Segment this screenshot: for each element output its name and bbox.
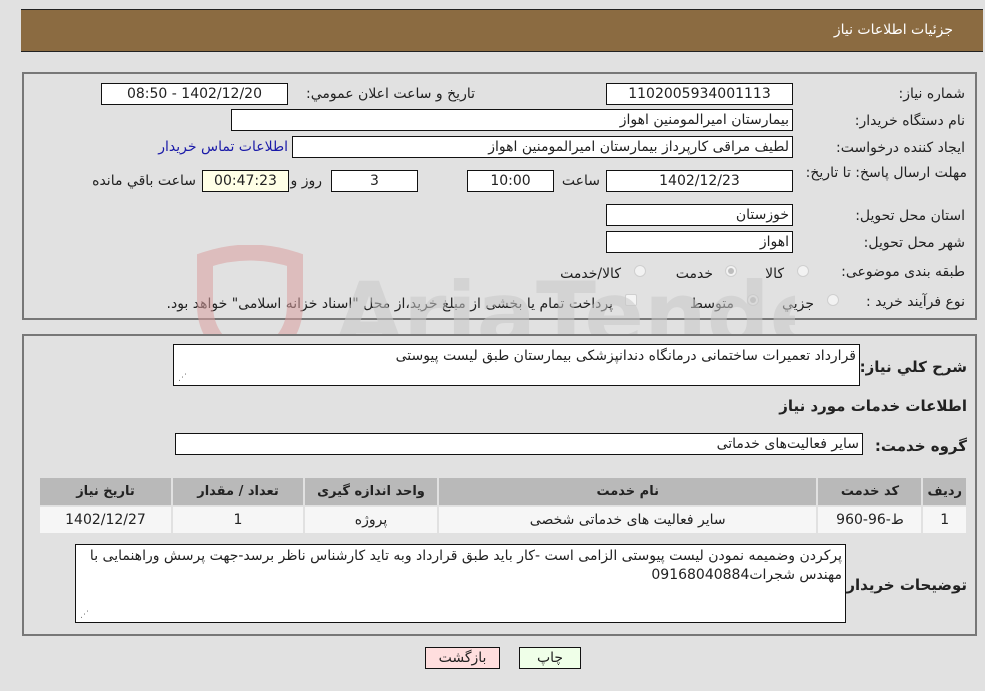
cell-row-number: 1 [923, 507, 966, 533]
province-label: استان محل تحویل: [855, 208, 965, 224]
buyer-notes-text: پرکردن وضمیمه نمودن لیست پیوستی الزامی ا… [89, 548, 842, 583]
deadline-time-field[interactable]: 10:00 [467, 170, 554, 192]
services-section-title: اطلاعات خدمات مورد نیاز [779, 397, 967, 415]
deadline-date-field[interactable]: 1402/12/23 [606, 170, 793, 192]
city-field[interactable]: اهواز [606, 231, 793, 253]
purchase-type-label: نوع فرآیند خرید : [866, 294, 965, 310]
deadline-time-label: ساعت [561, 173, 600, 189]
summary-label: شرح کلي نیاز: [859, 358, 967, 376]
days-label: روز و [290, 173, 323, 189]
purchase-type-radio-medium[interactable] [747, 294, 759, 306]
col-service-name: نام خدمت [439, 478, 817, 505]
service-group-field[interactable]: سایر فعالیت‌های خدماتی [175, 433, 863, 455]
table-row: 1 ط-96-960 سایر فعالیت های خدماتی شخصی پ… [40, 507, 966, 533]
buyer-org-field[interactable]: بیمارستان امیرالمومنین اهواز [231, 109, 793, 131]
announce-datetime-field[interactable]: 1402/12/20 - 08:50 [101, 83, 288, 105]
category-option-service: خدمت [675, 266, 713, 282]
col-quantity: تعداد / مقدار [173, 478, 303, 505]
col-need-date: تاریخ نیاز [40, 478, 171, 505]
city-label: شهر محل تحویل: [863, 235, 965, 251]
category-radio-goods[interactable] [797, 265, 809, 277]
buyer-contact-link[interactable]: اطلاعات تماس خریدار [158, 139, 288, 155]
category-option-goods-service: کالا/خدمت [560, 266, 621, 282]
buyer-notes-textarea[interactable]: پرکردن وضمیمه نمودن لیست پیوستی الزامی ا… [75, 544, 846, 623]
page-title: جزئیات اطلاعات نیاز [833, 22, 953, 38]
resize-grip-icon[interactable]: ⋰ [79, 610, 89, 620]
days-remaining-field[interactable]: 3 [331, 170, 418, 192]
cell-need-date: 1402/12/27 [40, 507, 171, 533]
announce-datetime-label: تاریخ و ساعت اعلان عمومي: [306, 86, 475, 102]
summary-textarea[interactable]: قرارداد تعمیرات ساختمانی درمانگاه دندانپ… [173, 344, 860, 386]
province-field[interactable]: خوزستان [606, 204, 793, 226]
requester-label: ایجاد کننده درخواست: [836, 140, 965, 156]
purchase-type-option-minor: جزیي [782, 296, 814, 312]
table-header-row: ردیف کد خدمت نام خدمت واحد اندازه گیری ت… [40, 478, 966, 505]
purchase-type-radio-minor[interactable] [827, 294, 839, 306]
services-table: ردیف کد خدمت نام خدمت واحد اندازه گیری ت… [38, 476, 968, 535]
category-label: طبقه بندی موضوعی: [841, 264, 965, 280]
col-unit: واحد اندازه گیری [305, 478, 437, 505]
remaining-time-label: ساعت باقي مانده [92, 173, 196, 189]
col-row-number: ردیف [923, 478, 966, 505]
purchase-type-option-medium: متوسط [690, 296, 734, 312]
print-button[interactable]: چاپ [519, 647, 581, 669]
treasury-checkbox[interactable] [625, 294, 637, 306]
cell-unit: پروژه [305, 507, 437, 533]
resize-grip-icon[interactable]: ⋰ [177, 373, 187, 383]
summary-text: قرارداد تعمیرات ساختمانی درمانگاه دندانپ… [395, 348, 856, 364]
service-group-label: گروه خدمت: [874, 437, 967, 455]
cell-quantity: 1 [173, 507, 303, 533]
need-number-field[interactable]: 1102005934001113 [606, 83, 793, 105]
category-option-goods: کالا [765, 266, 784, 282]
deadline-label: مهلت ارسال پاسخ: تا تاریخ: [805, 165, 967, 181]
cell-service-name: سایر فعالیت های خدماتی شخصی [439, 507, 817, 533]
remaining-time-field[interactable]: 00:47:23 [202, 170, 289, 192]
category-radio-goods-service[interactable] [634, 265, 646, 277]
col-service-code: کد خدمت [818, 478, 922, 505]
buyer-org-label: نام دستگاه خریدار: [854, 113, 965, 129]
need-number-label: شماره نیاز: [898, 86, 966, 102]
buyer-notes-label: توضیحات خریدار: [840, 576, 967, 594]
cell-service-code: ط-96-960 [818, 507, 922, 533]
back-button[interactable]: بازگشت [425, 647, 500, 669]
treasury-note: پرداخت تمام یا بخشی از مبلغ خرید،از محل … [166, 296, 613, 312]
page-header: جزئیات اطلاعات نیاز [21, 9, 983, 52]
requester-field[interactable]: لطیف مراقی کارپرداز بیمارستان امیرالمومن… [292, 136, 793, 158]
category-radio-service[interactable] [725, 265, 737, 277]
